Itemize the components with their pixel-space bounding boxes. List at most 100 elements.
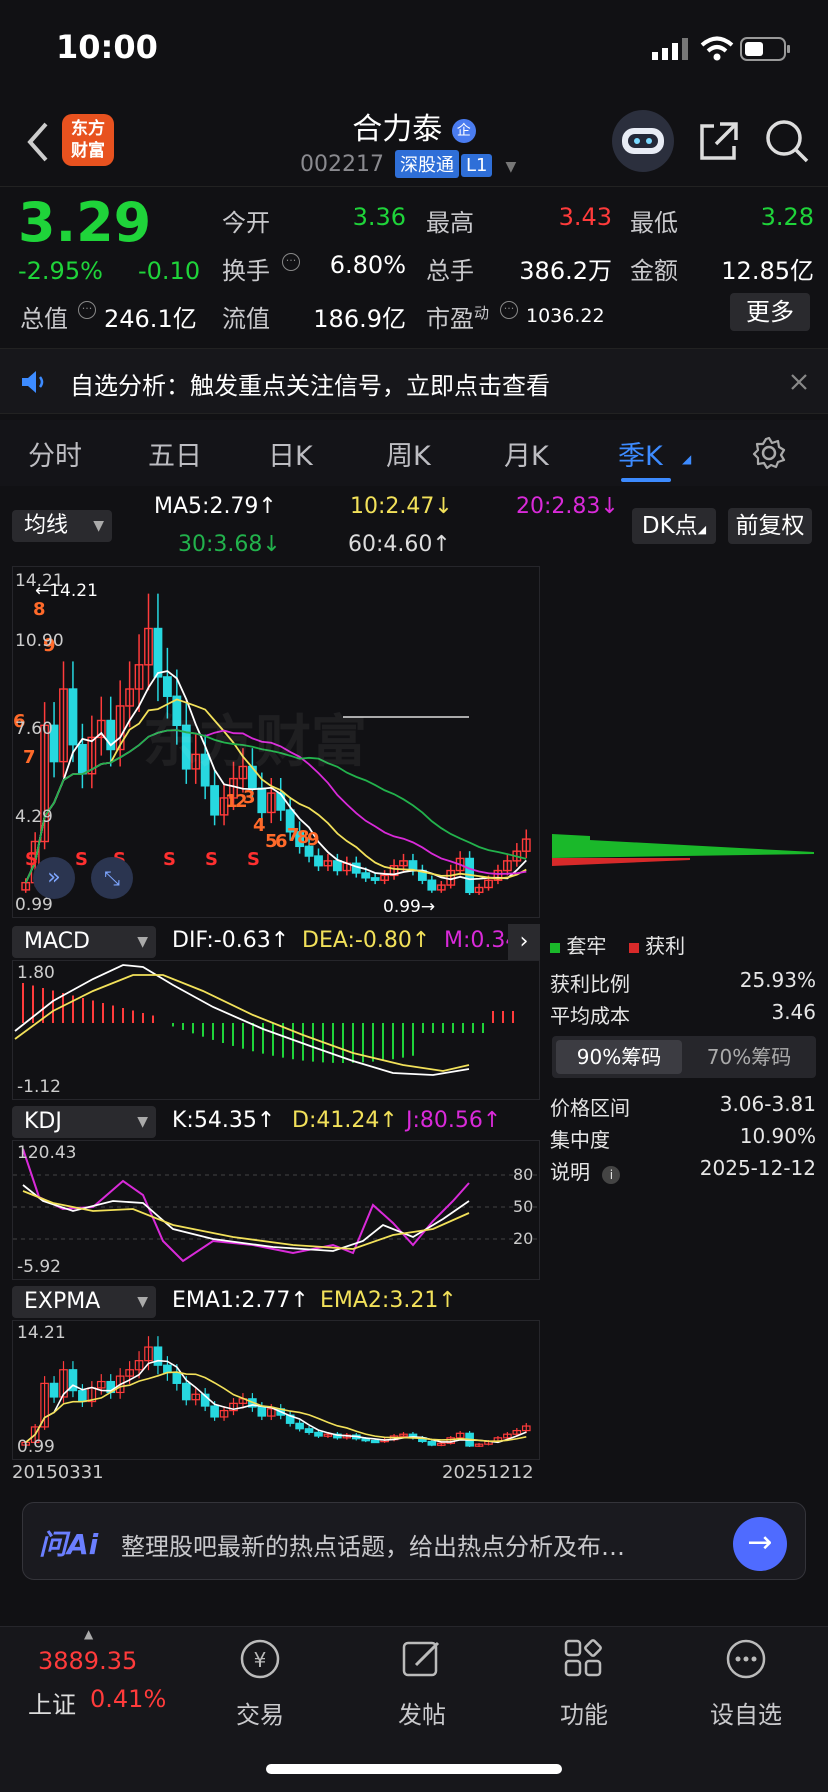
analysis-banner[interactable]: 自选分析：触发重点关注信号，立即点击查看: [0, 348, 828, 414]
tab-intraday[interactable]: 分时: [28, 434, 82, 473]
candle-body: [370, 877, 380, 881]
profit-legend: 获利: [645, 934, 686, 958]
amount-label: 金额: [630, 257, 678, 285]
ai-input-bar[interactable]: 问Ai 整理股吧最新的热点话题，给出热点分析及布… →: [22, 1502, 806, 1580]
enterprise-badge-icon: 企: [451, 118, 476, 143]
quote-panel: 3.29 -2.95% -0.10 总值 ··· 246.1亿 今开 3.36 …: [0, 186, 828, 346]
macd-chart[interactable]: 1.80 -1.12: [12, 960, 540, 1100]
search-icon[interactable]: [764, 118, 810, 164]
pe-label: 市盈动: [426, 299, 489, 334]
kdj-j: J:80.56↑: [406, 1108, 502, 1133]
tab-monthly-k[interactable]: 月K: [504, 434, 549, 473]
pe-label-text: 市盈: [426, 305, 474, 333]
adjust-button[interactable]: 前复权: [728, 508, 812, 544]
date-end: 20251212: [442, 1462, 534, 1483]
nav-add-watchlist[interactable]: 设自选: [686, 1637, 806, 1730]
chevron-down-icon: ▼: [137, 934, 148, 950]
expma-chart[interactable]: 14.21 0.99: [12, 1320, 540, 1460]
hold-swatch: [550, 943, 560, 953]
total-mv-label: 总值: [20, 305, 68, 333]
k-chart[interactable]: SSSSSS8967123456789 14.21 ←14.21 10.90 7…: [12, 566, 540, 918]
info-dots-icon[interactable]: ···: [500, 301, 518, 319]
tab-chip-90[interactable]: 90%筹码: [556, 1040, 682, 1074]
pe-value: 1036.22: [526, 305, 605, 327]
candle-body: [276, 792, 286, 811]
dk-point-button[interactable]: DK点◢: [632, 508, 716, 544]
info-icon[interactable]: i: [602, 1166, 621, 1184]
tab-chip-70[interactable]: 70%筹码: [686, 1040, 812, 1074]
nav-trade[interactable]: ¥ 交易: [200, 1637, 320, 1730]
kdj-selector-label: KDJ: [24, 1109, 62, 1134]
chevron-down-icon: ▼: [93, 518, 104, 534]
avg-cost-value: 3.46: [771, 1000, 816, 1024]
index-pct[interactable]: 0.41%: [90, 1685, 166, 1713]
robot-avatar-icon[interactable]: [612, 110, 674, 172]
settings-gear-icon[interactable]: [752, 436, 786, 470]
tab-daily-k[interactable]: 日K: [268, 434, 313, 473]
expma-candle-body: [153, 1346, 163, 1366]
expma-candle-body: [181, 1382, 191, 1401]
level-tag: L1: [460, 154, 493, 177]
index-value[interactable]: 3889.35: [38, 1647, 137, 1675]
candle-body: [314, 855, 323, 867]
fullscreen-icon[interactable]: ⤡: [91, 857, 133, 899]
info-dots-icon[interactable]: ···: [282, 253, 300, 271]
range-value: 3.06-3.81: [719, 1092, 816, 1116]
share-icon[interactable]: [698, 120, 740, 162]
expma-candle-body: [78, 1390, 87, 1403]
kdj-chart[interactable]: 120.43 -5.92 80 50 20: [12, 1140, 540, 1280]
more-button[interactable]: 更多: [730, 293, 810, 331]
chevron-right-icon[interactable]: ›: [508, 924, 540, 960]
connect-tag: 深股通: [394, 150, 459, 178]
td-up-number: 7: [23, 747, 36, 768]
speaker-icon: [22, 371, 44, 393]
avg-cost-label: 平均成本: [550, 1004, 630, 1028]
chip-bars-svg: [552, 834, 814, 866]
tab-weekly-k[interactable]: 周K: [386, 434, 431, 473]
index-name[interactable]: 上证: [28, 1685, 76, 1720]
td-up-number: 8: [33, 599, 46, 620]
kdj-y-bottom: -5.92: [17, 1257, 61, 1277]
open-label: 今开: [222, 209, 270, 237]
kdj-selector[interactable]: KDJ ▼: [12, 1106, 156, 1138]
kdj-y-top: 120.43: [17, 1143, 77, 1163]
stock-header: 东方 财富 合力泰 企 002217 深股通 L1 ▼: [0, 100, 828, 184]
turnover-value: 6.80%: [329, 251, 406, 279]
nav-functions[interactable]: 功能: [524, 1637, 644, 1730]
close-icon[interactable]: [790, 373, 808, 391]
concentration-row: 集中度 10.90%: [550, 1124, 816, 1153]
expma-selector[interactable]: EXPMA ▼: [12, 1286, 156, 1318]
k-min-label: 0.99→: [383, 897, 436, 917]
expma-candle-body: [370, 1439, 380, 1444]
candle-body: [153, 627, 163, 678]
stock-subtitle[interactable]: 002217 深股通 L1 ▼: [300, 150, 516, 178]
kdj-k: K:54.35↑: [172, 1108, 276, 1133]
ai-placeholder[interactable]: 整理股吧最新的热点话题，给出热点分析及布…: [121, 1527, 721, 1562]
macd-selector[interactable]: MACD ▼: [12, 926, 156, 958]
nav-post[interactable]: 发帖: [362, 1637, 482, 1730]
info-dots-icon[interactable]: ···: [78, 301, 96, 319]
pe-sup: 动: [474, 304, 490, 322]
kdj-d: D:41.24↑: [292, 1108, 398, 1133]
dropdown-icon[interactable]: ▼: [505, 159, 516, 175]
k-y-mid3: 4.29: [15, 807, 53, 827]
tab-quarterly-k[interactable]: 季K: [618, 434, 663, 473]
float-mv-label: 流值: [222, 305, 270, 333]
chip-distribution[interactable]: [550, 566, 816, 918]
arrow-right-icon[interactable]: →: [733, 1517, 787, 1571]
candle-body: [332, 860, 342, 872]
expma-ema2: EMA2:3.21↑: [320, 1288, 457, 1313]
tab-dropdown-icon[interactable]: ◢: [682, 452, 691, 466]
change-value: -0.10: [138, 257, 201, 285]
expand-left-icon[interactable]: »: [33, 857, 75, 899]
open-value: 3.36: [352, 203, 406, 231]
expma-candle-body: [210, 1405, 219, 1418]
kdj-k-line: [22, 1184, 470, 1252]
tab-five-day[interactable]: 五日: [148, 434, 202, 473]
caret-up-icon[interactable]: ▲: [84, 1627, 93, 1641]
expma-y-bottom: 0.99: [17, 1437, 55, 1457]
profit-swatch: [628, 943, 639, 953]
nav-trade-label: 交易: [236, 1701, 284, 1729]
ma-selector[interactable]: 均线 ▼: [12, 510, 112, 542]
expma-candle-body: [172, 1371, 182, 1384]
